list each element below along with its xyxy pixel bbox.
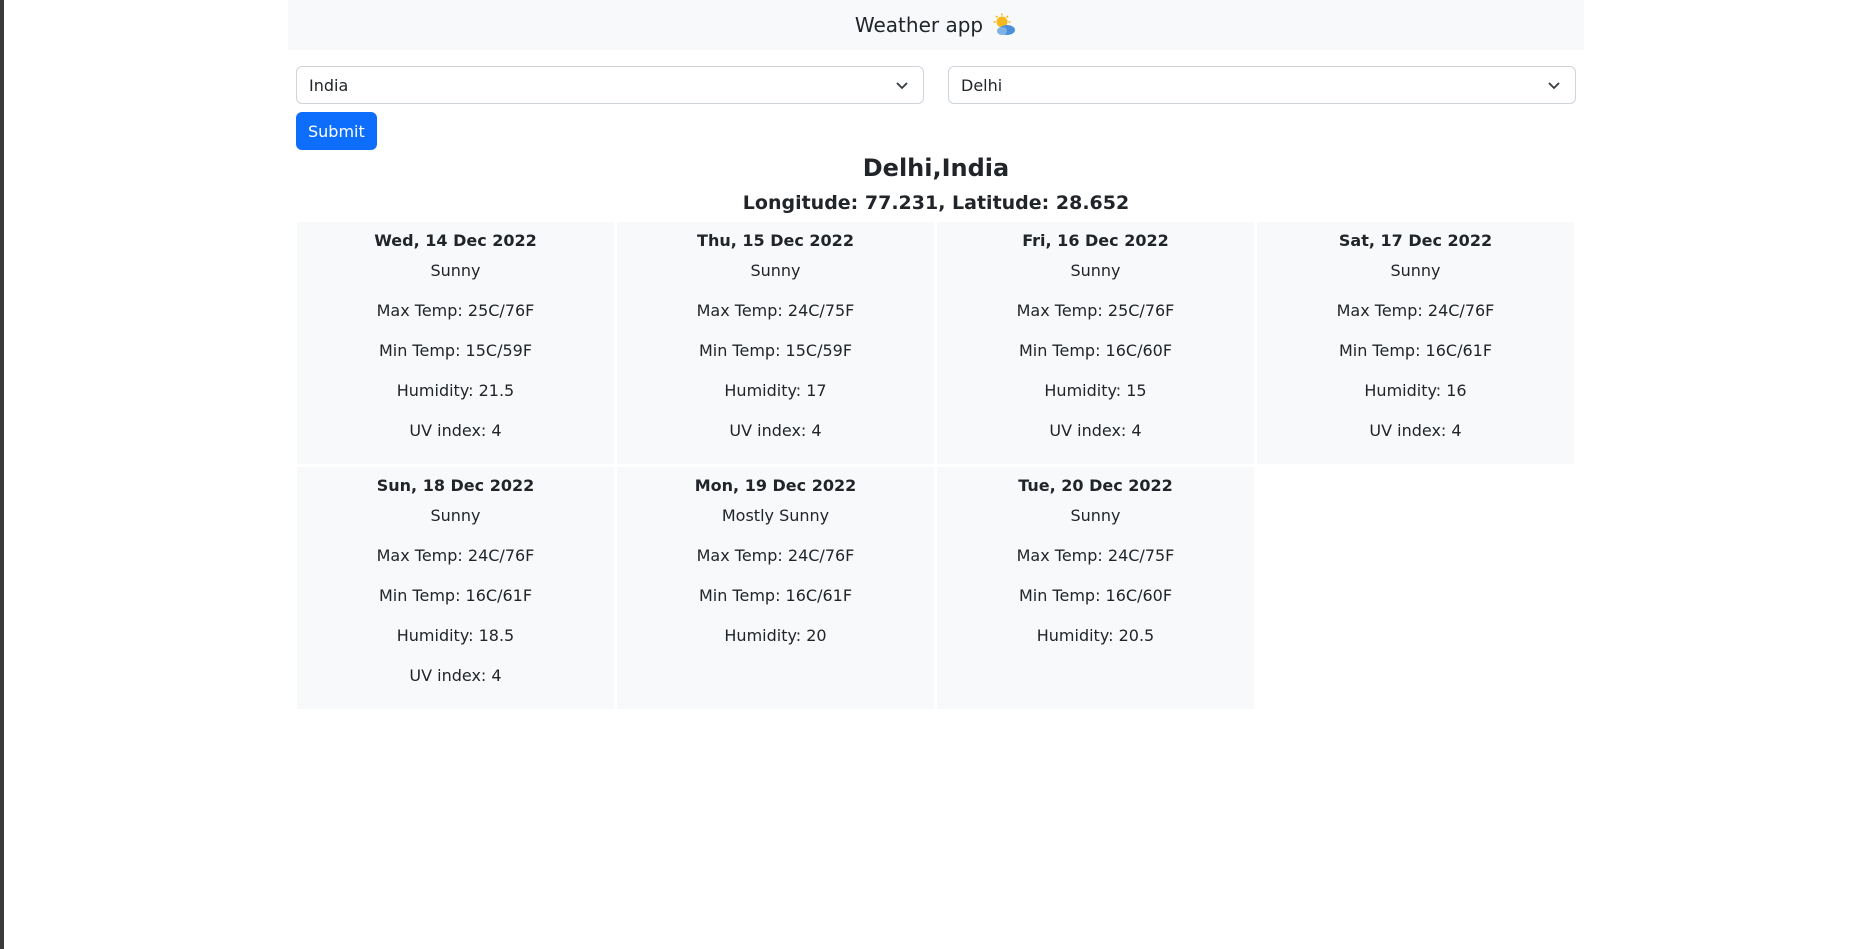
uv-index: UV index: 4 <box>1049 421 1142 440</box>
city-select[interactable]: Delhi <box>948 66 1576 104</box>
forecast-date: Wed, 14 Dec 2022 <box>374 231 537 250</box>
uv-index: UV index: 4 <box>1369 421 1462 440</box>
app-container: Weather app India Delhi Submit Delhi,Ind… <box>288 0 1584 709</box>
window-edge <box>0 0 4 949</box>
forecast-grid: Wed, 14 Dec 2022 Sunny Max Temp: 25C/76F… <box>288 222 1584 709</box>
chevron-down-icon <box>896 82 908 90</box>
country-select[interactable]: India <box>296 66 924 104</box>
forecast-date: Fri, 16 Dec 2022 <box>1022 231 1169 250</box>
forecast-date: Mon, 19 Dec 2022 <box>694 476 857 495</box>
humidity: Humidity: 21.5 <box>396 381 515 400</box>
min-temp: Min Temp: 16C/60F <box>1018 341 1173 360</box>
forecast-card: Tue, 20 Dec 2022 Sunny Max Temp: 24C/75F… <box>937 467 1254 709</box>
forecast-date: Sun, 18 Dec 2022 <box>376 476 535 495</box>
min-temp: Min Temp: 15C/59F <box>698 341 853 360</box>
location-title: Delhi,India <box>862 154 1010 182</box>
navbar: Weather app <box>288 0 1584 50</box>
forecast-condition: Sunny <box>1070 506 1121 525</box>
forecast-card: Fri, 16 Dec 2022 Sunny Max Temp: 25C/76F… <box>937 222 1254 464</box>
min-temp: Min Temp: 16C/60F <box>1018 586 1173 605</box>
country-select-value: India <box>309 75 349 95</box>
forecast-card: Mon, 19 Dec 2022 Mostly Sunny Max Temp: … <box>617 467 934 709</box>
humidity: Humidity: 16 <box>1364 381 1467 400</box>
max-temp: Max Temp: 24C/76F <box>696 546 855 565</box>
uv-index: UV index: 4 <box>409 666 502 685</box>
humidity: Humidity: 17 <box>724 381 827 400</box>
max-temp: Max Temp: 24C/76F <box>1336 301 1495 320</box>
forecast-condition: Sunny <box>1390 261 1441 280</box>
forecast-condition: Sunny <box>430 261 481 280</box>
min-temp: Min Temp: 16C/61F <box>698 586 853 605</box>
forecast-card: Sun, 18 Dec 2022 Sunny Max Temp: 24C/76F… <box>297 467 614 709</box>
max-temp: Max Temp: 24C/76F <box>376 546 535 565</box>
app-title: Weather app <box>854 13 984 37</box>
forecast-condition: Sunny <box>1070 261 1121 280</box>
sun-behind-cloud-icon <box>993 13 1016 35</box>
humidity: Humidity: 20.5 <box>1036 626 1155 645</box>
forecast-date: Sat, 17 Dec 2022 <box>1338 231 1493 250</box>
forecast-card: Wed, 14 Dec 2022 Sunny Max Temp: 25C/76F… <box>297 222 614 464</box>
max-temp: Max Temp: 24C/75F <box>696 301 855 320</box>
submit-button[interactable]: Submit <box>296 112 377 150</box>
uv-index: UV index: 4 <box>729 421 822 440</box>
min-temp: Min Temp: 15C/59F <box>378 341 533 360</box>
chevron-down-icon <box>1548 82 1560 90</box>
coordinates: Longitude: 77.231, Latitude: 28.652 <box>742 192 1130 214</box>
forecast-card: Thu, 15 Dec 2022 Sunny Max Temp: 24C/75F… <box>617 222 934 464</box>
forecast-condition: Sunny <box>430 506 481 525</box>
humidity: Humidity: 15 <box>1044 381 1147 400</box>
humidity: Humidity: 20 <box>724 626 827 645</box>
forecast-date: Thu, 15 Dec 2022 <box>697 231 854 250</box>
humidity: Humidity: 18.5 <box>396 626 515 645</box>
uv-index: UV index: 4 <box>409 421 502 440</box>
max-temp: Max Temp: 25C/76F <box>376 301 535 320</box>
forecast-card: Sat, 17 Dec 2022 Sunny Max Temp: 24C/76F… <box>1257 222 1574 464</box>
min-temp: Min Temp: 16C/61F <box>1338 341 1493 360</box>
location-form: India Delhi <box>288 50 1584 104</box>
max-temp: Max Temp: 25C/76F <box>1016 301 1175 320</box>
forecast-condition: Sunny <box>750 261 801 280</box>
max-temp: Max Temp: 24C/75F <box>1016 546 1175 565</box>
city-select-value: Delhi <box>961 75 1003 95</box>
forecast-condition: Mostly Sunny <box>721 506 830 525</box>
min-temp: Min Temp: 16C/61F <box>378 586 533 605</box>
forecast-date: Tue, 20 Dec 2022 <box>1018 476 1173 495</box>
